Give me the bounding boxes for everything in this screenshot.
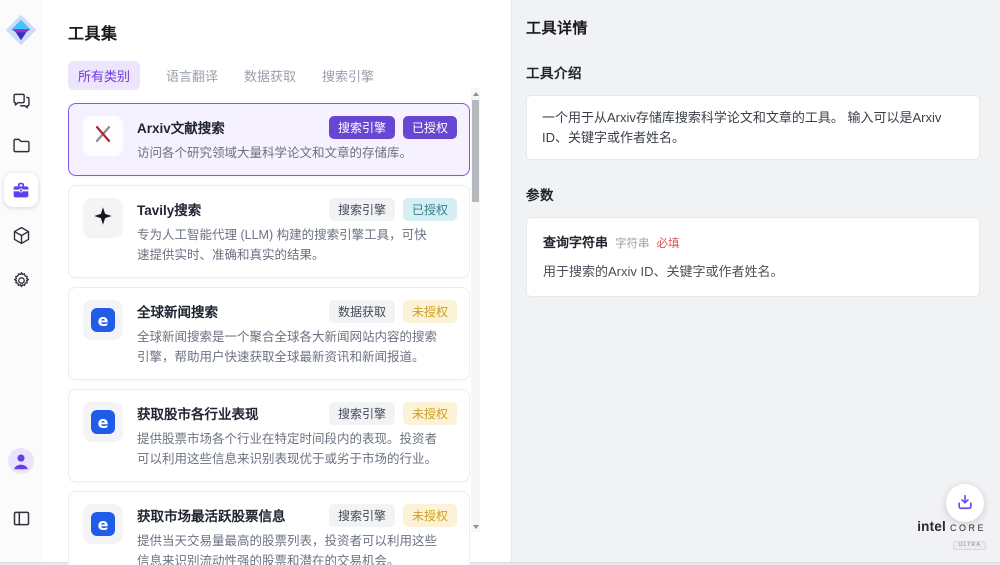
tool-description: 全球新闻搜索是一个聚合全球各大新闻网站内容的搜索引擎，帮助用户快速获取全球最新资… <box>137 327 437 367</box>
category-badge: 搜索引擎 <box>329 198 395 221</box>
arxiv-icon <box>92 123 114 150</box>
ultra-badge: ULTRA <box>953 541 986 551</box>
auth-status-badge: 已授权 <box>403 198 457 221</box>
tool-description: 访问各个研究领域大量科学论文和文章的存储库。 <box>137 143 412 163</box>
auth-status-badge: 未授权 <box>403 300 457 323</box>
gear-icon[interactable] <box>8 267 34 293</box>
tool-description: 专为人工智能代理 (LLM) 构建的搜索引擎工具，可快速提供实时、准确和真实的结… <box>137 225 437 265</box>
auth-status-badge: 未授权 <box>403 402 457 425</box>
intel-core-logo: intelcore ULTRA <box>917 520 986 550</box>
auth-status-badge: 未授权 <box>403 504 457 527</box>
param-name: 查询字符串 <box>543 235 608 250</box>
category-badge: 搜索引擎 <box>329 504 395 527</box>
toolset-title: 工具集 <box>68 20 511 44</box>
category-tab[interactable]: 搜索引擎 <box>322 61 374 90</box>
cube-icon[interactable] <box>8 222 34 248</box>
sidebar <box>0 0 42 562</box>
scroll-down-icon[interactable] <box>471 522 480 531</box>
details-title: 工具详情 <box>526 17 980 38</box>
scrollbar[interactable] <box>471 88 480 532</box>
tool-card[interactable]: Tavily搜索 专为人工智能代理 (LLM) 构建的搜索引擎工具，可快速提供实… <box>68 185 470 278</box>
param-type: 字符串 <box>615 238 650 250</box>
category-tabs: 所有类别语言翻译数据获取搜索引擎 <box>68 61 511 90</box>
app-window: 工具集 所有类别语言翻译数据获取搜索引擎 Arxiv文献搜索 访问各个研究领域大… <box>0 0 1000 563</box>
tool-card[interactable]: e 获取股市各行业表现 提供股票市场各个行业在特定时间段内的表现。投资者可以利用… <box>68 389 470 482</box>
news-icon: e <box>91 308 115 332</box>
category-tab[interactable]: 数据获取 <box>244 61 296 90</box>
sidebar-nav <box>4 87 38 312</box>
chat-icon[interactable] <box>8 87 34 113</box>
parameter-card: 查询字符串字符串必填 用于搜索的Arxiv ID、关键字或作者姓名。 <box>526 217 980 297</box>
news-icon: e <box>91 512 115 536</box>
briefcase-icon[interactable] <box>4 173 38 207</box>
category-badge: 数据获取 <box>329 300 395 323</box>
folder-icon[interactable] <box>8 132 34 158</box>
category-badge: 搜索引擎 <box>329 402 395 425</box>
collapse-panel-icon[interactable] <box>8 505 34 531</box>
scrollbar-thumb[interactable] <box>472 100 479 202</box>
category-tab[interactable]: 语言翻译 <box>166 61 218 90</box>
category-tab[interactable]: 所有类别 <box>68 61 140 90</box>
tool-description: 提供当天交易量最高的股票列表，投资者可以利用这些信息来识别流动性强的股票和潜在的… <box>137 531 437 565</box>
param-required-flag: 必填 <box>657 238 680 250</box>
intro-heading: 工具介绍 <box>526 62 980 82</box>
params-heading: 参数 <box>526 184 980 204</box>
sparkle-icon <box>92 205 114 232</box>
scroll-up-icon[interactable] <box>471 89 480 98</box>
download-button[interactable] <box>946 484 984 522</box>
tool-card[interactable]: e 全球新闻搜索 全球新闻搜索是一个聚合全球各大新闻网站内容的搜索引擎，帮助用户… <box>68 287 470 380</box>
tool-list: Arxiv文献搜索 访问各个研究领域大量科学论文和文章的存储库。 搜索引擎 已授… <box>68 103 470 565</box>
user-avatar[interactable] <box>8 448 34 474</box>
tool-description: 提供股票市场各个行业在特定时间段内的表现。投资者可以利用这些信息来识别表现优于或… <box>137 429 437 469</box>
intro-text: 一个用于从Arxiv存储库搜索科学论文和文章的工具。 输入可以是Arxiv ID… <box>526 95 980 160</box>
toolset-panel: 工具集 所有类别语言翻译数据获取搜索引擎 Arxiv文献搜索 访问各个研究领域大… <box>42 0 512 562</box>
category-badge: 搜索引擎 <box>329 116 395 139</box>
param-description: 用于搜索的Arxiv ID、关键字或作者姓名。 <box>543 261 963 280</box>
tool-card[interactable]: e 获取市场最活跃股票信息 提供当天交易量最高的股票列表，投资者可以利用这些信息… <box>68 491 470 565</box>
auth-status-badge: 已授权 <box>403 116 457 139</box>
tool-card[interactable]: Arxiv文献搜索 访问各个研究领域大量科学论文和文章的存储库。 搜索引擎 已授… <box>68 103 470 176</box>
news-icon: e <box>91 410 115 434</box>
download-icon <box>955 492 975 515</box>
tool-details-panel: 工具详情 工具介绍 一个用于从Arxiv存储库搜索科学论文和文章的工具。 输入可… <box>512 0 1000 562</box>
app-logo <box>4 13 38 47</box>
